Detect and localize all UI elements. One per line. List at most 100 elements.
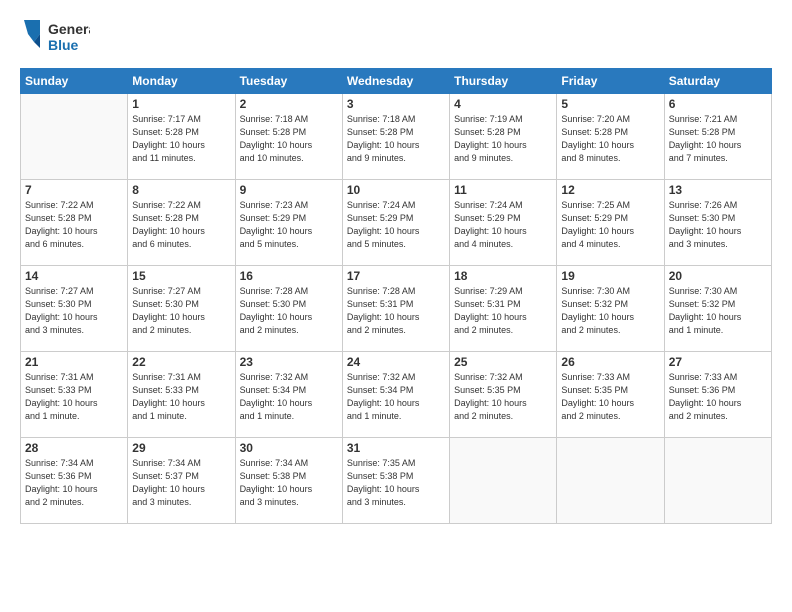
day-info: Sunrise: 7:21 AM Sunset: 5:28 PM Dayligh… bbox=[669, 113, 767, 165]
day-number: 25 bbox=[454, 355, 552, 369]
calendar-cell: 2 Sunrise: 7:18 AM Sunset: 5:28 PM Daylig… bbox=[235, 94, 342, 180]
calendar-cell bbox=[21, 94, 128, 180]
weekday-header-friday: Friday bbox=[557, 69, 664, 94]
day-info: Sunrise: 7:25 AM Sunset: 5:29 PM Dayligh… bbox=[561, 199, 659, 251]
calendar-cell: 18Sunrise: 7:29 AM Sunset: 5:31 PM Dayli… bbox=[450, 266, 557, 352]
day-info: Sunrise: 7:32 AM Sunset: 5:34 PM Dayligh… bbox=[240, 371, 338, 423]
day-number: 16 bbox=[240, 269, 338, 283]
calendar-cell: 16 Sunrise: 7:28 AM Sunset: 5:30 PM Dayli… bbox=[235, 266, 342, 352]
day-info: Sunrise: 7:27 AM Sunset: 5:30 PM Dayligh… bbox=[25, 285, 123, 337]
weekday-header-wednesday: Wednesday bbox=[342, 69, 449, 94]
logo-svg: GeneralBlue bbox=[20, 16, 90, 60]
calendar-cell: 27 Sunrise: 7:33 AM Sunset: 5:36 PM Dayli… bbox=[664, 352, 771, 438]
weekday-header-sunday: Sunday bbox=[21, 69, 128, 94]
calendar-cell: 24 Sunrise: 7:32 AM Sunset: 5:34 PM Dayli… bbox=[342, 352, 449, 438]
day-info: Sunrise: 7:32 AM Sunset: 5:35 PM Dayligh… bbox=[454, 371, 552, 423]
calendar-cell: 10 Sunrise: 7:24 AM Sunset: 5:29 PM Dayli… bbox=[342, 180, 449, 266]
calendar-cell: 29Sunrise: 7:34 AM Sunset: 5:37 PM Dayli… bbox=[128, 438, 235, 524]
day-number: 19 bbox=[561, 269, 659, 283]
day-number: 31 bbox=[347, 441, 445, 455]
calendar-header-row: SundayMondayTuesdayWednesdayThursdayFrid… bbox=[21, 69, 772, 94]
day-number: 15 bbox=[132, 269, 230, 283]
day-info: Sunrise: 7:17 AM Sunset: 5:28 PM Dayligh… bbox=[132, 113, 230, 165]
calendar-cell: 26 Sunrise: 7:33 AM Sunset: 5:35 PM Dayli… bbox=[557, 352, 664, 438]
weekday-header-tuesday: Tuesday bbox=[235, 69, 342, 94]
calendar-cell bbox=[557, 438, 664, 524]
day-number: 24 bbox=[347, 355, 445, 369]
day-info: Sunrise: 7:34 AM Sunset: 5:38 PM Dayligh… bbox=[240, 457, 338, 509]
day-info: Sunrise: 7:33 AM Sunset: 5:35 PM Dayligh… bbox=[561, 371, 659, 423]
calendar-cell: 1 Sunrise: 7:17 AM Sunset: 5:28 PM Daylig… bbox=[128, 94, 235, 180]
calendar-week-row: 1 Sunrise: 7:17 AM Sunset: 5:28 PM Daylig… bbox=[21, 94, 772, 180]
day-info: Sunrise: 7:19 AM Sunset: 5:28 PM Dayligh… bbox=[454, 113, 552, 165]
day-number: 7 bbox=[25, 183, 123, 197]
svg-text:Blue: Blue bbox=[48, 37, 79, 53]
calendar-cell: 9 Sunrise: 7:23 AM Sunset: 5:29 PM Daylig… bbox=[235, 180, 342, 266]
day-number: 22 bbox=[132, 355, 230, 369]
day-info: Sunrise: 7:18 AM Sunset: 5:28 PM Dayligh… bbox=[240, 113, 338, 165]
calendar-cell: 30 Sunrise: 7:34 AM Sunset: 5:38 PM Dayli… bbox=[235, 438, 342, 524]
day-info: Sunrise: 7:29 AM Sunset: 5:31 PM Dayligh… bbox=[454, 285, 552, 337]
day-number: 4 bbox=[454, 97, 552, 111]
day-number: 14 bbox=[25, 269, 123, 283]
day-number: 10 bbox=[347, 183, 445, 197]
day-info: Sunrise: 7:31 AM Sunset: 5:33 PM Dayligh… bbox=[132, 371, 230, 423]
day-info: Sunrise: 7:32 AM Sunset: 5:34 PM Dayligh… bbox=[347, 371, 445, 423]
weekday-header-thursday: Thursday bbox=[450, 69, 557, 94]
calendar-cell: 23 Sunrise: 7:32 AM Sunset: 5:34 PM Dayli… bbox=[235, 352, 342, 438]
day-info: Sunrise: 7:35 AM Sunset: 5:38 PM Dayligh… bbox=[347, 457, 445, 509]
calendar-cell bbox=[664, 438, 771, 524]
day-info: Sunrise: 7:28 AM Sunset: 5:30 PM Dayligh… bbox=[240, 285, 338, 337]
day-number: 17 bbox=[347, 269, 445, 283]
day-number: 20 bbox=[669, 269, 767, 283]
weekday-header-saturday: Saturday bbox=[664, 69, 771, 94]
calendar-cell: 5Sunrise: 7:20 AM Sunset: 5:28 PM Daylig… bbox=[557, 94, 664, 180]
calendar-table: SundayMondayTuesdayWednesdayThursdayFrid… bbox=[20, 68, 772, 524]
day-info: Sunrise: 7:31 AM Sunset: 5:33 PM Dayligh… bbox=[25, 371, 123, 423]
day-info: Sunrise: 7:30 AM Sunset: 5:32 PM Dayligh… bbox=[561, 285, 659, 337]
calendar-cell: 28Sunrise: 7:34 AM Sunset: 5:36 PM Dayli… bbox=[21, 438, 128, 524]
calendar-cell: 22 Sunrise: 7:31 AM Sunset: 5:33 PM Dayli… bbox=[128, 352, 235, 438]
page-container: GeneralBlue SundayMondayTuesdayWednesday… bbox=[0, 0, 792, 612]
calendar-cell: 20 Sunrise: 7:30 AM Sunset: 5:32 PM Dayli… bbox=[664, 266, 771, 352]
day-number: 6 bbox=[669, 97, 767, 111]
calendar-cell: 13Sunrise: 7:26 AM Sunset: 5:30 PM Dayli… bbox=[664, 180, 771, 266]
svg-text:General: General bbox=[48, 21, 90, 37]
day-info: Sunrise: 7:28 AM Sunset: 5:31 PM Dayligh… bbox=[347, 285, 445, 337]
calendar-cell bbox=[450, 438, 557, 524]
day-info: Sunrise: 7:23 AM Sunset: 5:29 PM Dayligh… bbox=[240, 199, 338, 251]
day-number: 5 bbox=[561, 97, 659, 111]
calendar-cell: 31 Sunrise: 7:35 AM Sunset: 5:38 PM Dayli… bbox=[342, 438, 449, 524]
logo: GeneralBlue bbox=[20, 16, 90, 60]
calendar-cell: 8Sunrise: 7:22 AM Sunset: 5:28 PM Daylig… bbox=[128, 180, 235, 266]
day-info: Sunrise: 7:24 AM Sunset: 5:29 PM Dayligh… bbox=[454, 199, 552, 251]
calendar-cell: 14 Sunrise: 7:27 AM Sunset: 5:30 PM Dayli… bbox=[21, 266, 128, 352]
day-number: 2 bbox=[240, 97, 338, 111]
day-number: 21 bbox=[25, 355, 123, 369]
day-number: 27 bbox=[669, 355, 767, 369]
header: GeneralBlue bbox=[20, 16, 772, 60]
calendar-cell: 25 Sunrise: 7:32 AM Sunset: 5:35 PM Dayli… bbox=[450, 352, 557, 438]
day-number: 30 bbox=[240, 441, 338, 455]
day-info: Sunrise: 7:22 AM Sunset: 5:28 PM Dayligh… bbox=[25, 199, 123, 251]
day-number: 26 bbox=[561, 355, 659, 369]
day-number: 3 bbox=[347, 97, 445, 111]
calendar-cell: 3Sunrise: 7:18 AM Sunset: 5:28 PM Daylig… bbox=[342, 94, 449, 180]
day-number: 29 bbox=[132, 441, 230, 455]
calendar-cell: 7 Sunrise: 7:22 AM Sunset: 5:28 PM Daylig… bbox=[21, 180, 128, 266]
calendar-cell: 19 Sunrise: 7:30 AM Sunset: 5:32 PM Dayli… bbox=[557, 266, 664, 352]
day-info: Sunrise: 7:33 AM Sunset: 5:36 PM Dayligh… bbox=[669, 371, 767, 423]
day-number: 23 bbox=[240, 355, 338, 369]
calendar-cell: 17 Sunrise: 7:28 AM Sunset: 5:31 PM Dayli… bbox=[342, 266, 449, 352]
calendar-cell: 12 Sunrise: 7:25 AM Sunset: 5:29 PM Dayli… bbox=[557, 180, 664, 266]
day-number: 12 bbox=[561, 183, 659, 197]
day-number: 9 bbox=[240, 183, 338, 197]
calendar-week-row: 21 Sunrise: 7:31 AM Sunset: 5:33 PM Dayli… bbox=[21, 352, 772, 438]
day-number: 1 bbox=[132, 97, 230, 111]
calendar-cell: 4 Sunrise: 7:19 AM Sunset: 5:28 PM Daylig… bbox=[450, 94, 557, 180]
day-info: Sunrise: 7:26 AM Sunset: 5:30 PM Dayligh… bbox=[669, 199, 767, 251]
day-number: 8 bbox=[132, 183, 230, 197]
day-info: Sunrise: 7:30 AM Sunset: 5:32 PM Dayligh… bbox=[669, 285, 767, 337]
day-info: Sunrise: 7:24 AM Sunset: 5:29 PM Dayligh… bbox=[347, 199, 445, 251]
weekday-header-monday: Monday bbox=[128, 69, 235, 94]
